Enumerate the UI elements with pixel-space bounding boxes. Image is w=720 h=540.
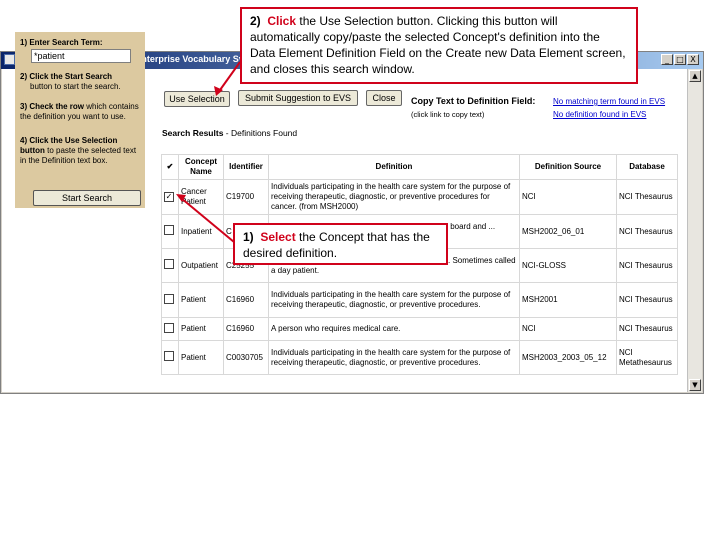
row-checkbox[interactable] [164, 225, 174, 235]
scroll-up-icon[interactable]: ▲ [689, 70, 701, 82]
cell-database: NCI Thesaurus [616, 317, 678, 341]
cell-database: NCI Thesaurus [616, 179, 678, 215]
results-label-bold: Search Results [162, 128, 224, 138]
cell-source: NCI [519, 179, 617, 215]
copy-text-label: Copy Text to Definition Field: [411, 96, 536, 106]
cell-concept: Patient [178, 317, 224, 341]
step2-text: 2) Click the Start Search button to star… [20, 72, 142, 92]
cell-concept: Outpatient [178, 248, 224, 283]
no-matching-term-link[interactable]: No matching term found in EVS [553, 97, 665, 106]
cell-source: MSH2001 [519, 282, 617, 318]
cell-database: NCI Metathesaurus [616, 340, 678, 375]
table-row[interactable]: Patient C0030705 Individuals participati… [161, 340, 678, 375]
cell-identifier: C16960 [223, 282, 269, 318]
search-term-input[interactable] [31, 49, 131, 63]
cell-database: NCI Thesaurus [616, 248, 678, 283]
cell-definition[interactable]: A person who requires medical care. [268, 317, 520, 341]
cell-concept: Cancer Patient [178, 179, 224, 215]
copy-text-hint: (click link to copy text) [411, 110, 485, 119]
maximize-button[interactable]: □ [674, 54, 686, 65]
step3-text: 3) Check the row which contains the defi… [20, 102, 142, 122]
cell-concept: Patient [178, 340, 224, 375]
no-definition-link[interactable]: No definition found in EVS [553, 110, 646, 119]
cell-identifier: C0030705 [223, 340, 269, 375]
row-checkbox[interactable] [164, 322, 174, 333]
use-selection-button[interactable]: Use Selection [164, 91, 230, 107]
cell-database: NCI Thesaurus [616, 214, 678, 249]
header-database: Database [616, 154, 678, 180]
table-row[interactable]: Patient C16960 A person who requires med… [161, 317, 678, 341]
results-label-rest: - Definitions Found [223, 128, 298, 138]
cell-definition[interactable]: Individuals participating in the health … [268, 179, 520, 215]
cell-identifier: C16960 [223, 317, 269, 341]
row-checkbox[interactable] [164, 259, 174, 269]
step2-rest: button to start the search. [30, 82, 121, 91]
cell-concept: Patient [178, 282, 224, 318]
close-window-button[interactable]: X [687, 54, 699, 65]
cell-definition[interactable]: Individuals participating in the health … [268, 282, 520, 318]
results-label: Search Results - Definitions Found [162, 128, 297, 138]
cell-source: MSH2002_06_01 [519, 214, 617, 249]
cell-concept: Inpatient [178, 214, 224, 249]
row-checkbox[interactable] [164, 293, 174, 304]
callout-step1-num: 1) [243, 230, 254, 244]
app-icon [4, 54, 15, 65]
header-identifier: Identifier [223, 154, 269, 180]
callout-step1: 1) Select the Concept that has the desir… [233, 223, 448, 265]
row-checkbox[interactable]: ✓ [164, 192, 174, 202]
cell-source: NCI [519, 317, 617, 341]
step2-bold: 2) Click the Start Search [20, 72, 113, 81]
header-concept-name: Concept Name [178, 154, 224, 180]
row-checkbox[interactable] [164, 351, 174, 361]
header-definition: Definition [268, 154, 520, 180]
header-definition-source: Definition Source [519, 154, 617, 180]
cell-source: NCI-GLOSS [519, 248, 617, 283]
cell-database: NCI Thesaurus [616, 282, 678, 318]
callout-step2-text: the Use Selection button. Clicking this … [250, 14, 626, 76]
callout-step2-num: 2) [250, 14, 261, 28]
step1-label: 1) Enter Search Term: [20, 38, 103, 47]
step4-text: 4) Click the Use Selection button to pas… [20, 136, 142, 166]
scroll-down-icon[interactable]: ▼ [689, 379, 701, 391]
cell-definition[interactable]: Individuals participating in the health … [268, 340, 520, 375]
table-row[interactable]: ✓ Cancer Patient C19700 Individuals part… [161, 179, 678, 215]
callout-step2: 2) Click the Use Selection button. Click… [240, 7, 638, 84]
start-search-button[interactable]: Start Search [33, 190, 141, 206]
callout-step1-keyword: Select [260, 230, 296, 244]
cell-identifier: C19700 [223, 179, 269, 215]
vertical-scrollbar[interactable]: ▲ ▼ [687, 69, 702, 392]
header-check: ✔ [161, 154, 179, 180]
minimize-button[interactable]: _ [661, 54, 673, 65]
submit-suggestion-button[interactable]: Submit Suggestion to EVS [238, 90, 358, 106]
table-row[interactable]: Patient C16960 Individuals participating… [161, 282, 678, 318]
step3-bold: 3) Check the row [20, 102, 85, 111]
table-header-row: ✔ Concept Name Identifier Definition Def… [161, 154, 678, 180]
cell-source: MSH2003_2003_05_12 [519, 340, 617, 375]
close-button[interactable]: Close [366, 90, 402, 106]
instruction-panel: 1) Enter Search Term: 2) Click the Start… [15, 32, 145, 208]
callout-step2-keyword: Click [267, 14, 297, 28]
